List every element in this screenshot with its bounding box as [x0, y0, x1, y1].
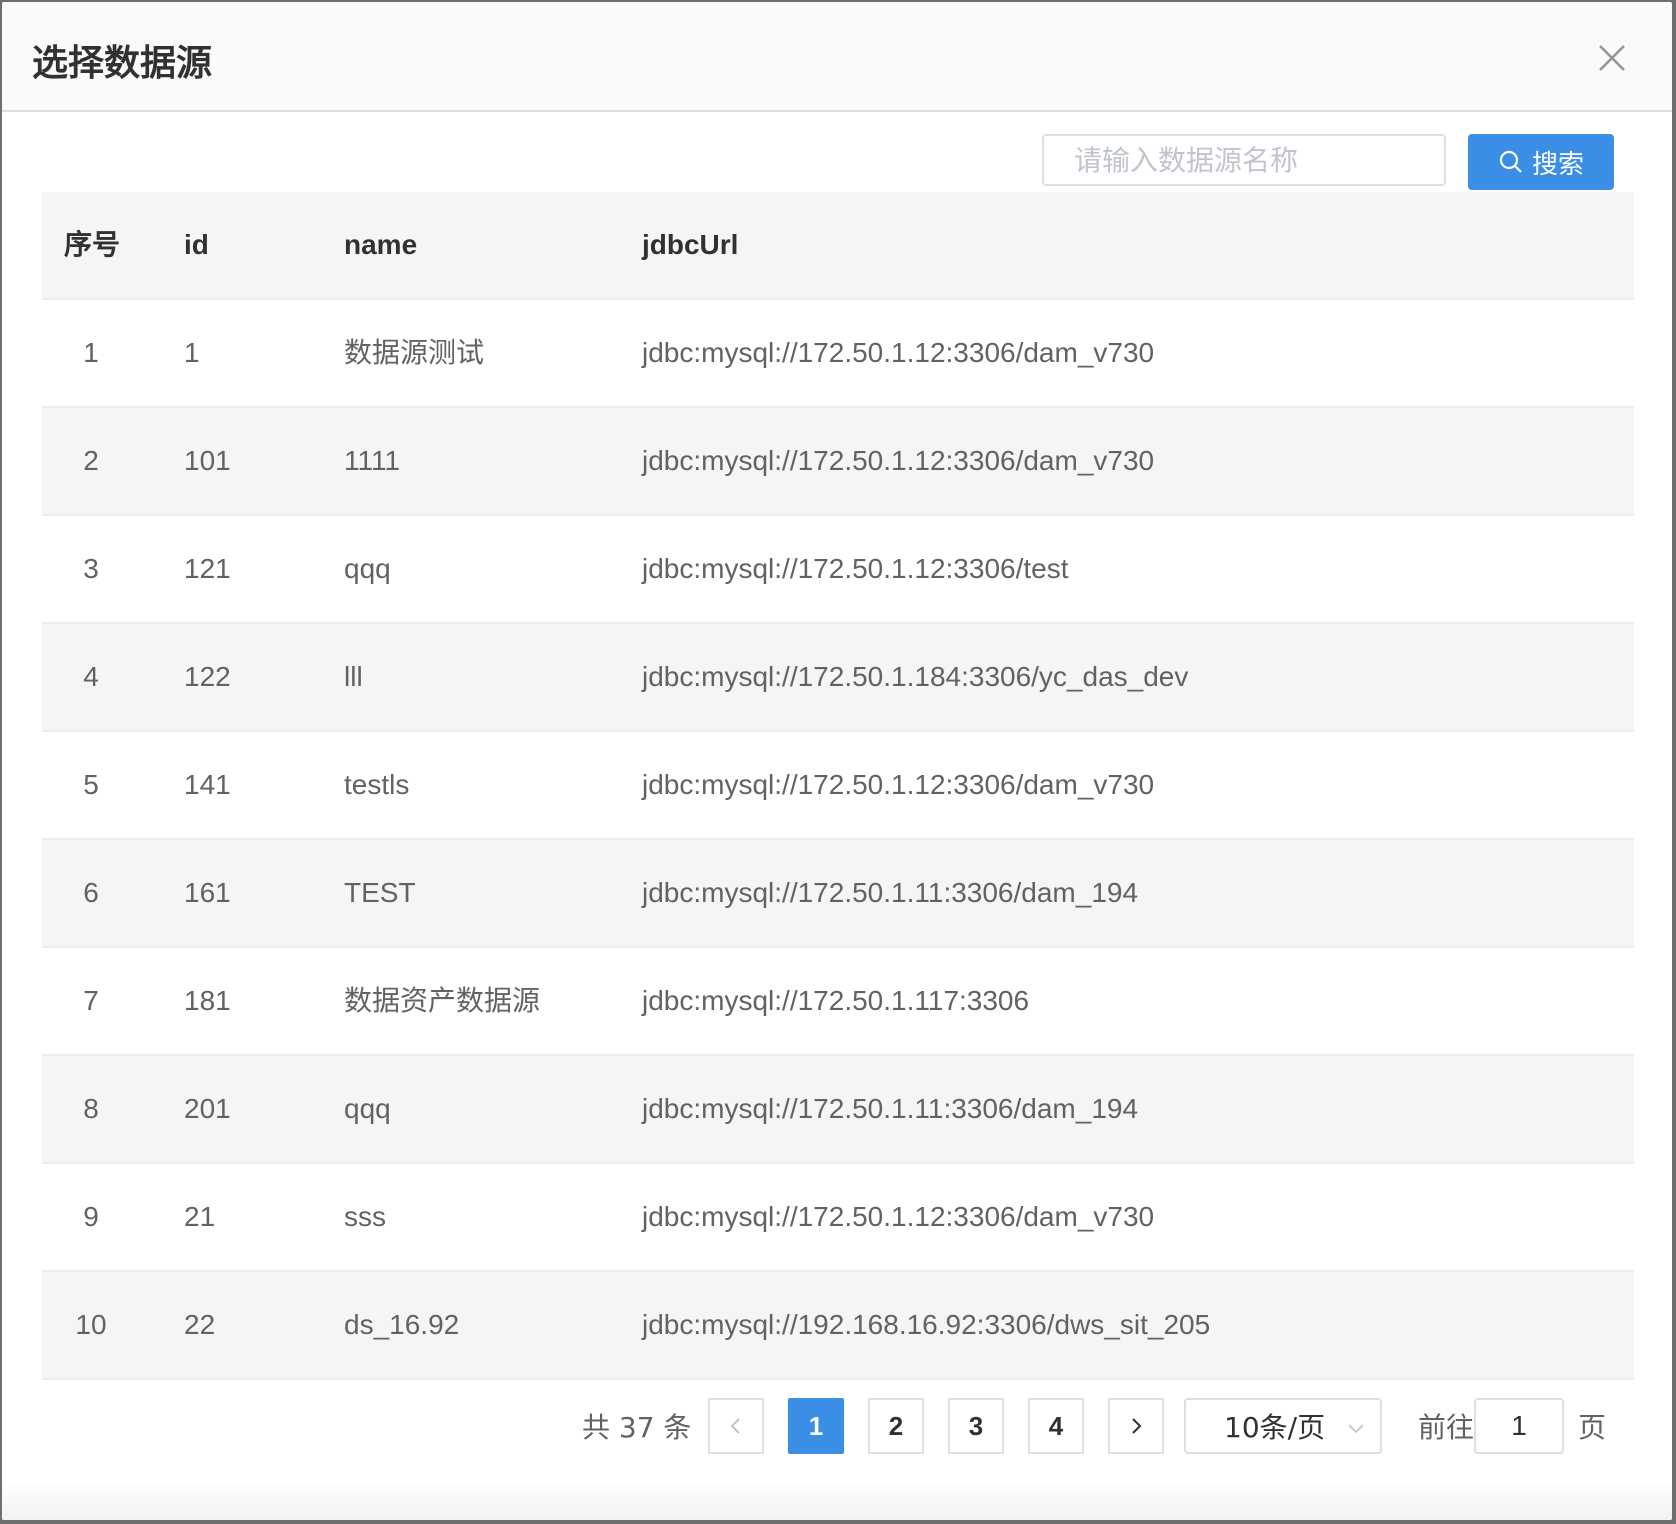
cell-seq: 3	[83, 553, 99, 584]
cell-seq: 10	[75, 1309, 107, 1340]
page-suffix-label: 页	[1578, 1411, 1607, 1444]
search-icon	[1499, 150, 1522, 173]
cell-name: 数据资产数据源	[344, 984, 541, 1017]
next-page-button[interactable]	[1108, 1398, 1164, 1454]
page-size-select[interactable]: 10条/页	[1184, 1398, 1382, 1454]
cell-name: testls	[344, 769, 410, 800]
datasource-table: 序号 id name jdbcUrl 1 1 数据源测试 jdbc:mysql:…	[42, 192, 1634, 1380]
cell-seq: 6	[83, 877, 99, 908]
page-size-value: 10条/页	[1224, 1411, 1326, 1444]
chevron-down-icon	[1348, 1424, 1364, 1434]
cell-seq: 2	[83, 445, 99, 476]
cell-name: 数据源测试	[344, 336, 485, 369]
page-button-3[interactable]: 3	[948, 1398, 1004, 1454]
cell-url: jdbc:mysql://172.50.1.11:3306/dam_194	[642, 1093, 1139, 1124]
table-row[interactable]: 8 201 qqq jdbc:mysql://172.50.1.11:3306/…	[42, 1056, 1634, 1164]
cell-id: 161	[184, 877, 231, 908]
cell-seq: 4	[83, 661, 99, 692]
cell-url: jdbc:mysql://172.50.1.12:3306/dam_v730	[642, 337, 1155, 368]
cell-name: ds_16.92	[344, 1309, 460, 1340]
header-seq: 序号	[64, 228, 121, 261]
pagination: 共 37 条 1 2 3 4 10条/页 前往 页	[2, 1398, 1672, 1458]
cell-id: 141	[184, 769, 231, 800]
header-id: id	[184, 229, 209, 260]
cell-id: 122	[184, 661, 231, 692]
header-name: name	[344, 229, 418, 260]
cell-name: sss	[344, 1201, 386, 1232]
table-row[interactable]: 3 121 qqq jdbc:mysql://172.50.1.12:3306/…	[42, 516, 1634, 624]
total-count: 共 37 条	[582, 1411, 692, 1444]
cell-seq: 7	[83, 985, 99, 1016]
cell-url: jdbc:mysql://172.50.1.12:3306/dam_v730	[642, 445, 1155, 476]
goto-page-input[interactable]	[1474, 1398, 1564, 1454]
cell-url: jdbc:mysql://172.50.1.12:3306/dam_v730	[642, 769, 1155, 800]
cell-id: 21	[184, 1201, 216, 1232]
prev-page-button[interactable]	[708, 1398, 764, 1454]
cell-name: TEST	[344, 877, 416, 908]
select-datasource-dialog: 选择数据源 搜索 序号 id name jdbcUrl 1 1 数	[2, 2, 1672, 1520]
cell-url: jdbc:mysql://172.50.1.12:3306/test	[642, 553, 1069, 584]
cell-id: 101	[184, 445, 231, 476]
close-button[interactable]	[1592, 38, 1632, 78]
search-button-label: 搜索	[1531, 149, 1584, 180]
search-toolbar: 搜索	[2, 134, 1672, 192]
page-button-1[interactable]: 1	[788, 1398, 844, 1454]
cell-id: 201	[184, 1093, 231, 1124]
page-button-2[interactable]: 2	[868, 1398, 924, 1454]
cell-name: 1111	[344, 445, 401, 476]
header-jdbcurl: jdbcUrl	[642, 229, 739, 260]
cell-seq: 5	[83, 769, 99, 800]
search-button[interactable]: 搜索	[1468, 134, 1614, 190]
chevron-left-icon	[730, 1418, 740, 1434]
table-row[interactable]: 4 122 lll jdbc:mysql://172.50.1.184:3306…	[42, 624, 1634, 732]
table-row[interactable]: 6 161 TEST jdbc:mysql://172.50.1.11:3306…	[42, 840, 1634, 948]
table-header: 序号 id name jdbcUrl	[42, 192, 1634, 300]
cell-url: jdbc:mysql://192.168.16.92:3306/dws_sit_…	[642, 1309, 1211, 1340]
close-icon	[1599, 45, 1625, 71]
cell-url: jdbc:mysql://172.50.1.12:3306/dam_v730	[642, 1201, 1155, 1232]
table-row[interactable]: 2 101 1111 jdbc:mysql://172.50.1.12:3306…	[42, 408, 1634, 516]
cell-name: lll	[344, 661, 363, 692]
chevron-right-icon	[1132, 1418, 1142, 1434]
cell-seq: 8	[83, 1093, 99, 1124]
cell-url: jdbc:mysql://172.50.1.117:3306	[642, 985, 1030, 1016]
dialog-footer-shade	[2, 1480, 1672, 1520]
cell-seq: 1	[83, 337, 99, 368]
dialog-header: 选择数据源	[2, 2, 1672, 112]
cell-id: 1	[184, 337, 200, 368]
search-input[interactable]	[1042, 134, 1446, 186]
cell-id: 181	[184, 985, 231, 1016]
goto-label: 前往	[1418, 1411, 1475, 1444]
table-row[interactable]: 10 22 ds_16.92 jdbc:mysql://192.168.16.9…	[42, 1272, 1634, 1380]
cell-url: jdbc:mysql://172.50.1.11:3306/dam_194	[642, 877, 1139, 908]
cell-seq: 9	[83, 1201, 99, 1232]
table-row[interactable]: 9 21 sss jdbc:mysql://172.50.1.12:3306/d…	[42, 1164, 1634, 1272]
table-row[interactable]: 7 181 数据资产数据源 jdbc:mysql://172.50.1.117:…	[42, 948, 1634, 1056]
cell-id: 22	[184, 1309, 216, 1340]
cell-name: qqq	[344, 553, 391, 584]
cell-name: qqq	[344, 1093, 391, 1124]
page-button-4[interactable]: 4	[1028, 1398, 1084, 1454]
dialog-title: 选择数据源	[32, 43, 213, 84]
cell-url: jdbc:mysql://172.50.1.184:3306/yc_das_de…	[642, 661, 1189, 692]
cell-id: 121	[184, 553, 231, 584]
table-row[interactable]: 5 141 testls jdbc:mysql://172.50.1.12:33…	[42, 732, 1634, 840]
table-row[interactable]: 1 1 数据源测试 jdbc:mysql://172.50.1.12:3306/…	[42, 300, 1634, 408]
